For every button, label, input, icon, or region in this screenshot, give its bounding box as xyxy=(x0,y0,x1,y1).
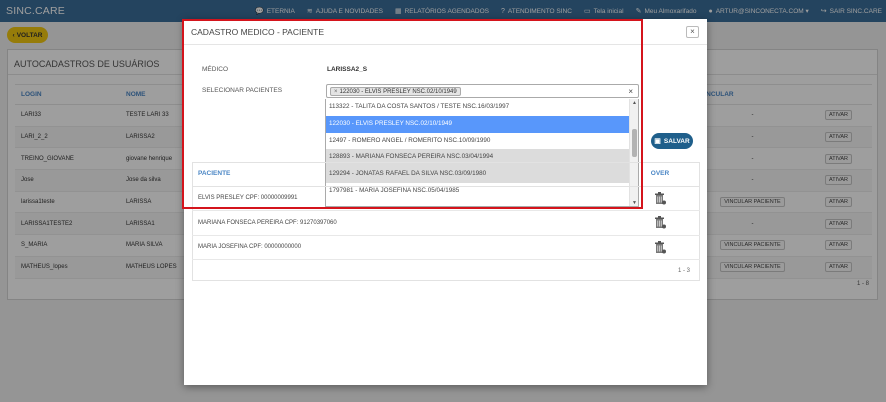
paciente-cell: MARIA JOSEFINA CPF: 00000000000 xyxy=(192,235,620,260)
scroll-thumb[interactable] xyxy=(632,129,637,157)
dropdown-option-highlighted[interactable]: 122030 - ELVIS PRESLEY NSC.02/10/1949 xyxy=(326,115,638,133)
remove-tag-icon[interactable]: × xyxy=(334,89,338,95)
table-row: ELVIS PRESLEY CPF: 00000009991 xyxy=(192,186,700,211)
table-row: MARIA JOSEFINA CPF: 00000000000 xyxy=(192,235,700,260)
save-icon: ▣ xyxy=(654,138,661,145)
trash-icon[interactable] xyxy=(654,191,666,205)
medico-value: LARISSA2_S xyxy=(327,66,368,73)
dropdown-option[interactable]: 12497 - ROMERO ANGEL / ROMERITO NSC.10/0… xyxy=(326,133,638,150)
select-pacientes-label: SELECIONAR PACIENTES xyxy=(202,87,283,94)
tag-label: 122030 - ELVIS PRESLEY NSC.02/10/1949 xyxy=(339,89,457,95)
trash-icon[interactable] xyxy=(654,240,666,254)
close-button[interactable]: × xyxy=(686,26,699,38)
trash-icon[interactable] xyxy=(654,216,666,229)
clear-selection-icon[interactable]: × xyxy=(628,87,633,96)
save-label: SALVAR xyxy=(663,137,690,145)
paciente-cell: ELVIS PRESLEY CPF: 00000009991 xyxy=(192,186,620,211)
medico-label: MÉDICO xyxy=(202,66,228,73)
pacientes-pagination: 1 - 3 xyxy=(678,268,691,274)
table-header: PACIENTE OVER xyxy=(192,162,700,187)
save-button[interactable]: ▣ SALVAR xyxy=(651,133,693,149)
modal-title: CADASTRO MEDICO - PACIENTE xyxy=(191,27,325,37)
cadastro-modal: CADASTRO MEDICO - PACIENTE × MÉDICO LARI… xyxy=(184,19,707,385)
divider xyxy=(184,44,707,45)
pacientes-select[interactable]: × 122030 - ELVIS PRESLEY NSC.02/10/1949 × xyxy=(326,84,639,98)
remove-cell xyxy=(620,235,700,260)
remove-cell xyxy=(620,210,700,236)
col-remover[interactable]: OVER xyxy=(620,162,700,187)
paciente-cell: MARIANA FONSECA PEREIRA CPF: 91270397060 xyxy=(192,210,620,236)
remove-cell xyxy=(620,186,700,211)
dropdown-option[interactable]: 113322 - TALITA DA COSTA SANTOS / TESTE … xyxy=(326,99,638,116)
col-paciente[interactable]: PACIENTE xyxy=(192,162,620,187)
table-row: MARIANA FONSECA PEREIRA CPF: 91270397060 xyxy=(192,210,700,236)
scroll-up-icon[interactable]: ▲ xyxy=(631,100,638,106)
pacientes-table: PACIENTE OVER ELVIS PRESLEY CPF: 0000000… xyxy=(192,162,700,260)
selected-tag[interactable]: × 122030 - ELVIS PRESLEY NSC.02/10/1949 xyxy=(330,87,461,96)
